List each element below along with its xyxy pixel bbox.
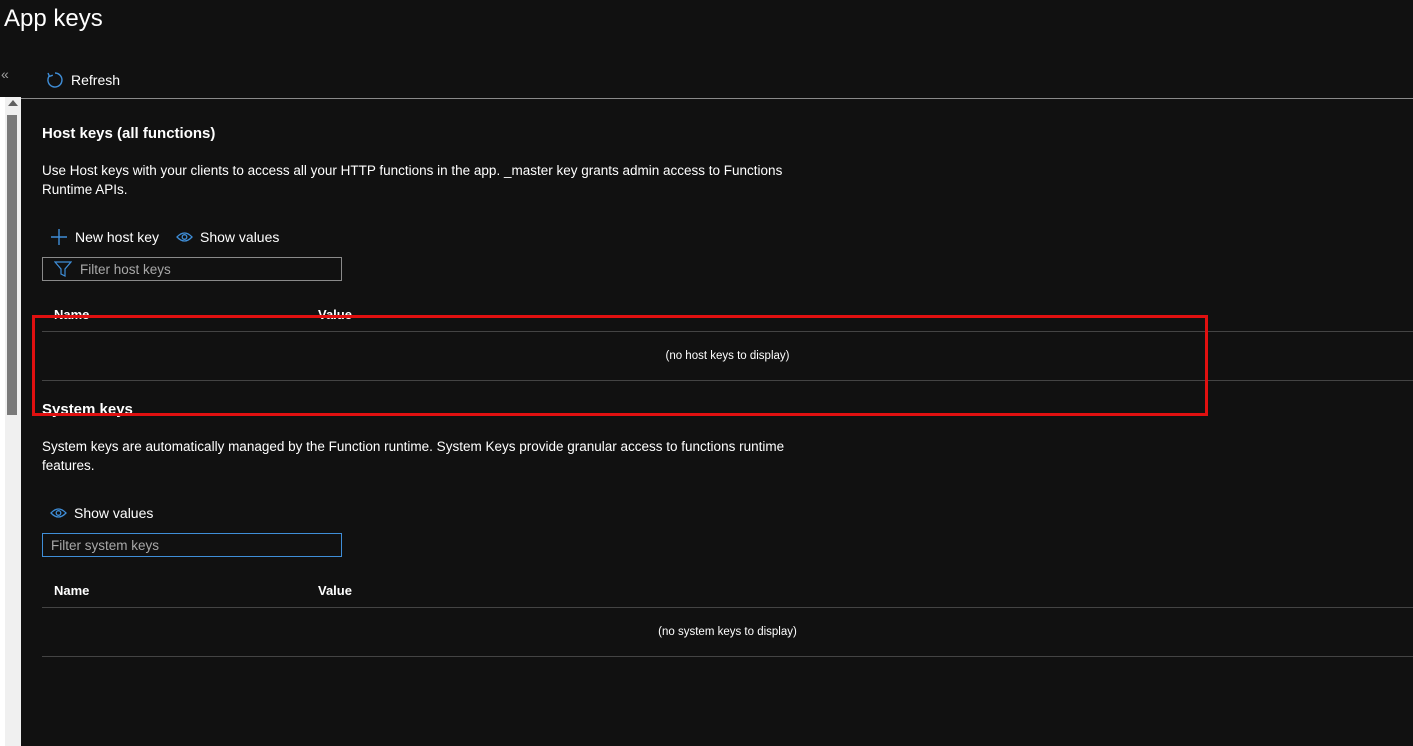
system-keys-header-divider (42, 607, 1413, 608)
filter-icon (54, 261, 72, 277)
host-keys-filter-input[interactable] (80, 258, 341, 280)
host-keys-value-header[interactable]: Value (318, 307, 352, 322)
plus-icon (51, 229, 67, 245)
eye-icon (50, 508, 67, 518)
host-keys-title: Host keys (all functions) (42, 125, 216, 142)
collapse-sidebar-button[interactable]: « (1, 66, 9, 82)
scroll-up-arrow-icon[interactable] (8, 100, 18, 106)
system-keys-value-header[interactable]: Value (318, 583, 352, 598)
system-keys-name-header[interactable]: Name (54, 583, 89, 598)
system-keys-filter-input[interactable] (43, 534, 341, 556)
refresh-button[interactable]: Refresh (46, 69, 120, 91)
new-host-key-button[interactable]: New host key (50, 226, 159, 248)
system-keys-title: System keys (42, 401, 133, 418)
new-host-key-label: New host key (75, 229, 160, 245)
host-keys-bottom-divider (42, 380, 1413, 381)
command-bar: Refresh (21, 62, 1413, 99)
refresh-icon (47, 72, 63, 88)
scrollbar[interactable] (5, 97, 21, 746)
host-keys-description: Use Host keys with your clients to acces… (42, 163, 783, 197)
refresh-label: Refresh (71, 72, 121, 88)
system-keys-empty-message: (no system keys to display) (658, 626, 797, 638)
eye-icon (176, 232, 193, 242)
host-show-values-label: Show values (200, 229, 280, 245)
host-keys-filter-box[interactable] (42, 257, 342, 281)
page-title: App keys (4, 5, 103, 32)
host-keys-empty-message: (no host keys to display) (665, 350, 790, 362)
system-show-values-button[interactable]: Show values (50, 502, 153, 524)
system-keys-description: System keys are automatically managed by… (42, 439, 785, 473)
scrollbar-thumb[interactable] (7, 115, 17, 415)
system-keys-bottom-divider (42, 656, 1413, 657)
system-show-values-label: Show values (74, 505, 154, 521)
host-keys-header-divider (42, 331, 1413, 332)
host-show-values-button[interactable]: Show values (176, 226, 279, 248)
host-keys-name-header[interactable]: Name (54, 307, 89, 322)
system-keys-filter-box[interactable] (42, 533, 342, 557)
